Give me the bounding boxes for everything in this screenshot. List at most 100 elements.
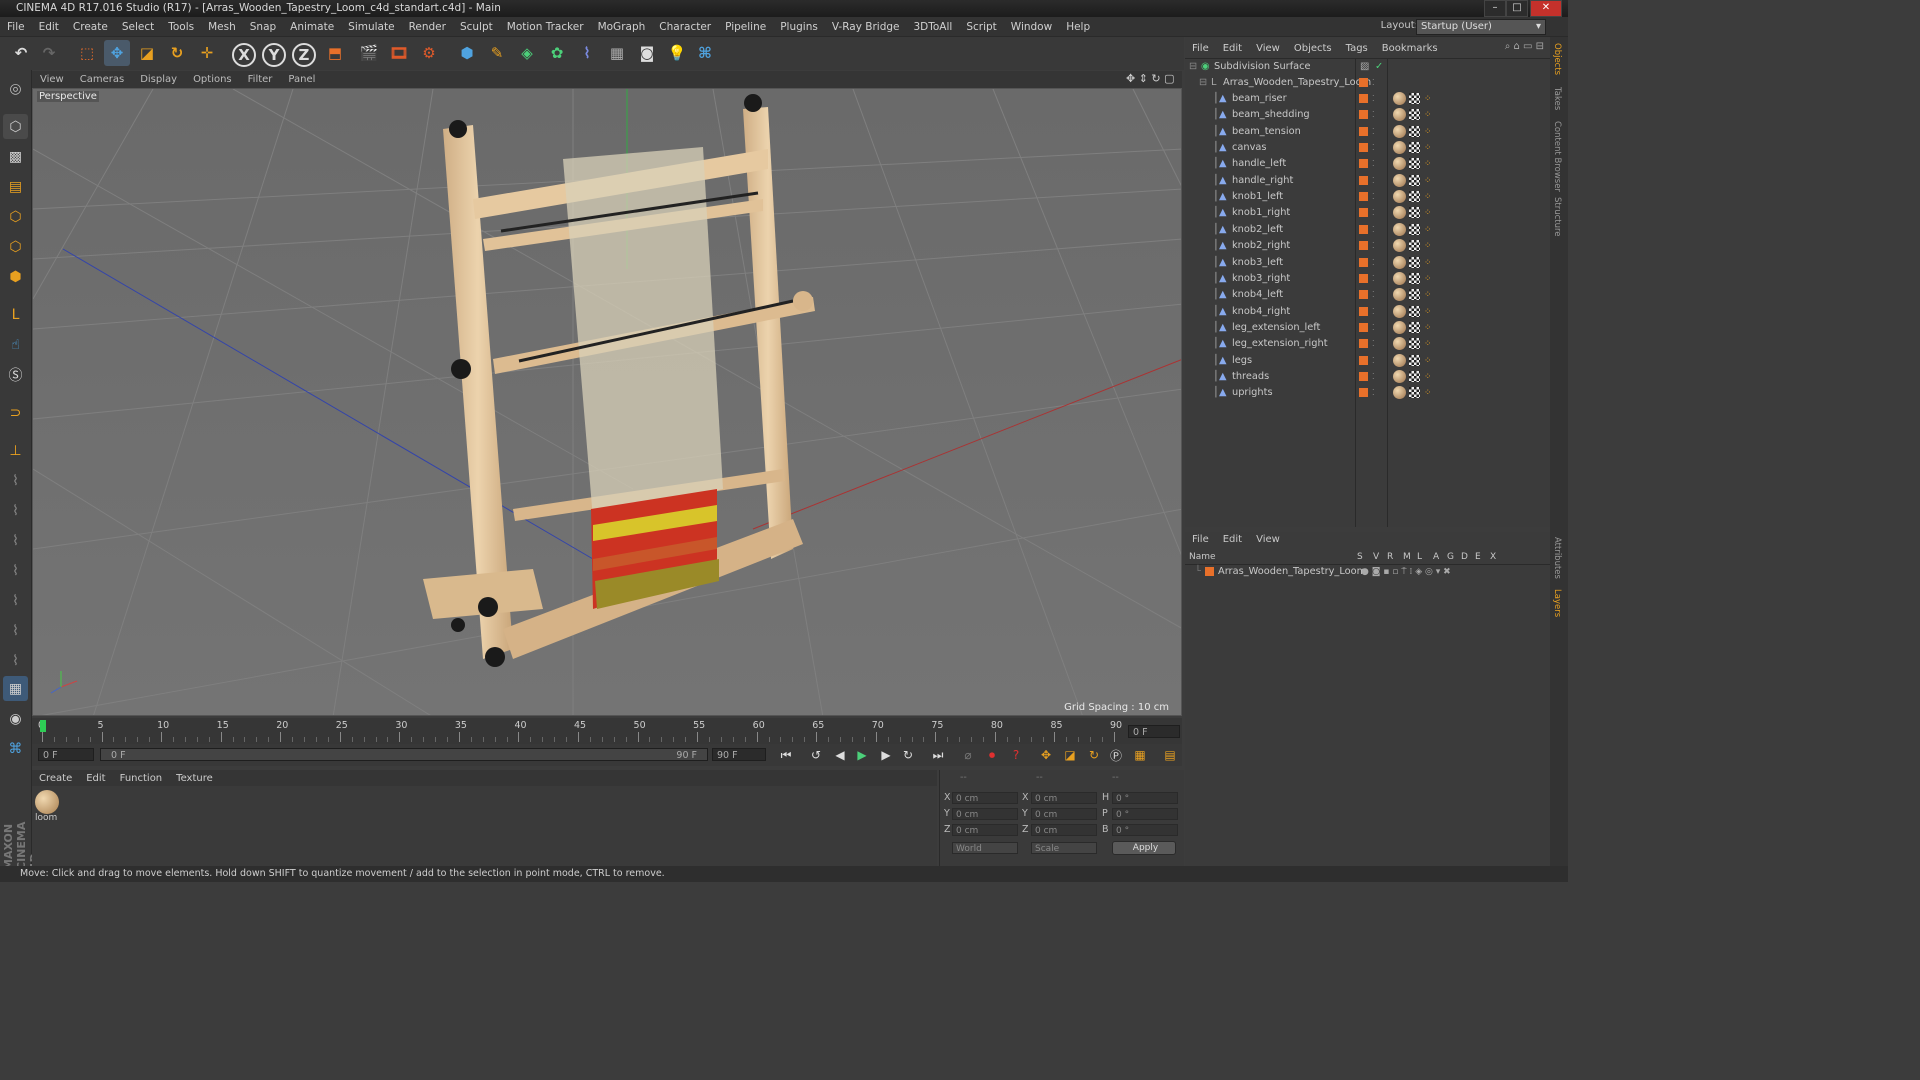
collapse-icon[interactable]: ⊟: [1189, 59, 1197, 75]
position-y-field[interactable]: 0 cm: [952, 808, 1018, 820]
python-icon[interactable]: ⌘: [692, 40, 718, 66]
uvw-tag-icon[interactable]: [1409, 321, 1420, 333]
model-mode-icon[interactable]: ⬡: [3, 114, 28, 139]
visibility-dots-icon[interactable]: ⁚: [1372, 107, 1375, 123]
visibility-dots-icon[interactable]: ⁚: [1372, 336, 1375, 352]
uvw-tag-icon[interactable]: [1409, 338, 1420, 350]
visibility-dots-icon[interactable]: ⁚: [1372, 353, 1375, 369]
layer-column-a[interactable]: A: [1433, 552, 1439, 562]
menu-item-file[interactable]: File: [0, 21, 32, 33]
render-view-icon[interactable]: 🎬: [356, 40, 382, 66]
layer-menu-file[interactable]: File: [1185, 534, 1216, 545]
uvw-tag-icon[interactable]: [1409, 125, 1420, 137]
selection-icon[interactable]: ⬚: [74, 40, 100, 66]
tweak-mode-icon[interactable]: ☝: [3, 332, 28, 357]
material-tag-icon[interactable]: [1393, 271, 1406, 285]
material-tag-icon[interactable]: [1393, 239, 1406, 253]
object-menu-tags[interactable]: Tags: [1339, 43, 1375, 54]
layer-color-swatch[interactable]: [1359, 257, 1368, 267]
rot-p-field[interactable]: 0 °: [1112, 808, 1178, 820]
object-menu-file[interactable]: File: [1185, 43, 1216, 54]
points-mode-icon[interactable]: ⬡: [3, 204, 28, 229]
layer-column-r[interactable]: R: [1387, 552, 1393, 562]
phong-tag-icon[interactable]: ⁘: [1424, 304, 1432, 320]
layer-color-swatch[interactable]: [1359, 339, 1368, 349]
next-key-icon[interactable]: ↻: [898, 746, 918, 764]
layer-flag-icons[interactable]: ● ◙ ▪ ▫ ⍑ ⁞ ◈ ◎ ▾ ✖: [1361, 564, 1451, 580]
menu-item-render[interactable]: Render: [402, 21, 453, 33]
layer-color-swatch[interactable]: [1359, 241, 1368, 251]
visibility-dots-icon[interactable]: ⁚: [1372, 222, 1375, 238]
phong-tag-icon[interactable]: ⁘: [1424, 353, 1432, 369]
layer-column-s[interactable]: S: [1357, 552, 1363, 562]
visibility-dots-icon[interactable]: ⁚: [1372, 304, 1375, 320]
uvw-tag-icon[interactable]: [1409, 289, 1420, 301]
texture-mode-icon[interactable]: ▩: [3, 144, 28, 169]
viewport-menu-panel[interactable]: Panel: [280, 74, 323, 85]
key-parameter-icon[interactable]: Ⓟ: [1106, 746, 1126, 764]
material-tag-icon[interactable]: [1393, 124, 1406, 138]
floor-icon[interactable]: ▦: [604, 40, 630, 66]
uvw-tag-icon[interactable]: [1409, 370, 1420, 382]
scale-tool-icon[interactable]: ◪: [134, 40, 160, 66]
phong-tag-icon[interactable]: ⁘: [1424, 107, 1432, 123]
phong-tag-icon[interactable]: ⁘: [1424, 271, 1432, 287]
material-tag-icon[interactable]: [1393, 320, 1406, 334]
key-pla-icon[interactable]: ▦: [1130, 746, 1150, 764]
uvw-tag-icon[interactable]: [1409, 93, 1420, 104]
object-row-beam-tension[interactable]: ┃ ▲ beam_tension ⁚ ⁘: [1185, 124, 1550, 140]
workplane-axis-icon[interactable]: ⊥: [3, 438, 28, 463]
start-frame-field[interactable]: 0 F: [38, 748, 94, 761]
object-row-leg-extension-left[interactable]: ┃ ▲ leg_extension_left ⁚ ⁘: [1185, 320, 1550, 336]
menu-item-snap[interactable]: Snap: [243, 21, 283, 33]
apply-button[interactable]: Apply: [1112, 841, 1176, 855]
size-y-field[interactable]: 0 cm: [1031, 808, 1097, 820]
material-tag-icon[interactable]: [1393, 92, 1406, 105]
phong-tag-icon[interactable]: ⁘: [1424, 336, 1432, 352]
object-row-knob2-right[interactable]: ┃ ▲ knob2_right ⁚ ⁘: [1185, 238, 1550, 254]
menu-item-character[interactable]: Character: [652, 21, 718, 33]
layer-color-swatch[interactable]: [1359, 306, 1368, 316]
visibility-dots-icon[interactable]: ⁚: [1372, 385, 1375, 401]
coord-transform-select[interactable]: Scale: [1031, 842, 1097, 854]
layer-color-swatch[interactable]: [1359, 371, 1368, 381]
tab-structure[interactable]: Structure: [1552, 197, 1562, 237]
layer-menu-view[interactable]: View: [1249, 534, 1287, 545]
layer-row[interactable]: └ Arras_Wooden_Tapestry_Loom ● ◙ ▪ ▫ ⍑ ⁞…: [1185, 564, 1550, 580]
object-row-knob2-left[interactable]: ┃ ▲ knob2_left ⁚ ⁘: [1185, 222, 1550, 238]
keyframe-selection-icon[interactable]: ?: [1006, 746, 1026, 764]
material-tag-icon[interactable]: [1393, 206, 1406, 220]
object-row-handle-right[interactable]: ┃ ▲ handle_right ⁚ ⁘: [1185, 173, 1550, 189]
material-tag-icon[interactable]: [1393, 304, 1406, 318]
material-tag-icon[interactable]: [1393, 353, 1406, 367]
viewport-menu-options[interactable]: Options: [185, 74, 240, 85]
next-frame-icon[interactable]: ▶: [876, 746, 896, 764]
phong-tag-icon[interactable]: ⁘: [1424, 255, 1432, 271]
previous-key-icon[interactable]: ↺: [806, 746, 826, 764]
visibility-dots-icon[interactable]: ⁚: [1372, 91, 1375, 107]
menu-item-script[interactable]: Script: [959, 21, 1003, 33]
layer-color-swatch[interactable]: [1359, 388, 1368, 398]
viewport-perspective[interactable]: Perspective Grid Spacing : 10 cm: [32, 88, 1182, 716]
menu-item-plugins[interactable]: Plugins: [773, 21, 825, 33]
smooth-icon[interactable]: ⌇: [3, 558, 28, 583]
phong-tag-icon[interactable]: ⁘: [1424, 205, 1432, 221]
uvw-tag-icon[interactable]: [1409, 142, 1420, 154]
layer-column-e[interactable]: E: [1475, 552, 1481, 562]
workplane-icon[interactable]: ▤: [3, 174, 28, 199]
layer-color-swatch[interactable]: [1359, 208, 1368, 218]
material-menu-function[interactable]: Function: [113, 773, 170, 784]
position-x-field[interactable]: 0 cm: [952, 792, 1018, 804]
polygons-mode-icon[interactable]: ⬢: [3, 264, 28, 289]
object-menu-view[interactable]: View: [1249, 43, 1287, 54]
phong-tag-icon[interactable]: ⁘: [1424, 124, 1432, 140]
layer-color-swatch[interactable]: [1359, 290, 1368, 300]
phong-tag-icon[interactable]: ⁘: [1424, 320, 1432, 336]
menu-item-edit[interactable]: Edit: [32, 21, 66, 33]
menu-item-animate[interactable]: Animate: [283, 21, 341, 33]
go-to-start-icon[interactable]: ⏮: [776, 746, 796, 764]
material-tag-icon[interactable]: [1393, 255, 1406, 269]
object-row-subdivision[interactable]: ⊟ ◉ Subdivision Surface ▨ ✓: [1185, 59, 1550, 75]
sculpt-icon[interactable]: ⌇: [3, 528, 28, 553]
phong-tag-icon[interactable]: ⁘: [1424, 385, 1432, 401]
